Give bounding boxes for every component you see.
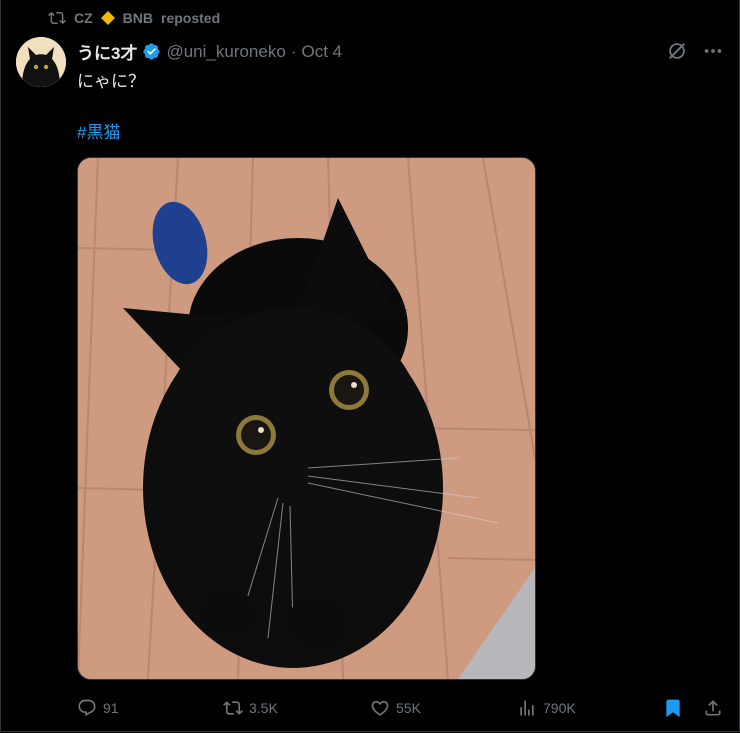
handle[interactable]: @uni_kuroneko: [166, 42, 285, 62]
repost-icon: [48, 11, 66, 25]
black-cat-avatar-image: [16, 37, 66, 87]
display-name[interactable]: うに3才: [77, 39, 137, 64]
repost-org[interactable]: BNB: [123, 10, 153, 26]
share-button[interactable]: [703, 698, 723, 718]
tweet-photo[interactable]: [77, 157, 536, 680]
tweet-action-bar: 91 3.5K 55K 790K: [77, 696, 726, 720]
views-count: 790K: [543, 700, 576, 716]
reply-count: 91: [103, 700, 119, 716]
repost-context[interactable]: CZ BNB reposted: [48, 9, 220, 27]
repost-label: reposted: [161, 10, 221, 26]
bookmark-button[interactable]: [663, 698, 683, 718]
timestamp[interactable]: Oct 4: [301, 42, 342, 62]
more-icon[interactable]: [702, 40, 724, 62]
black-cat-photo: [78, 158, 535, 679]
like-count: 55K: [396, 700, 421, 716]
grok-icon[interactable]: [666, 40, 688, 62]
verified-badge-icon[interactable]: [142, 42, 161, 61]
repost-user[interactable]: CZ: [74, 10, 93, 26]
tweet-header: うに3才 @uni_kuroneko · Oct 4: [77, 39, 342, 64]
views-button[interactable]: 790K: [517, 698, 576, 718]
repost-icon: [223, 701, 243, 715]
reply-icon: [78, 699, 96, 717]
like-button[interactable]: 55K: [370, 698, 421, 718]
separator: ·: [290, 41, 297, 61]
reply-button[interactable]: 91: [77, 698, 119, 718]
views-icon: [520, 700, 534, 716]
share-icon: [705, 700, 721, 716]
hashtag-link[interactable]: #黒猫: [77, 118, 120, 143]
repost-button[interactable]: 3.5K: [223, 698, 278, 718]
avatar[interactable]: [16, 37, 66, 87]
like-icon: [371, 700, 389, 716]
bookmark-icon: [666, 699, 680, 718]
repost-count: 3.5K: [249, 700, 278, 716]
tweet-text: にゃに？: [77, 72, 145, 91]
top-actions: [666, 40, 724, 62]
bnb-diamond-icon: [100, 11, 115, 25]
